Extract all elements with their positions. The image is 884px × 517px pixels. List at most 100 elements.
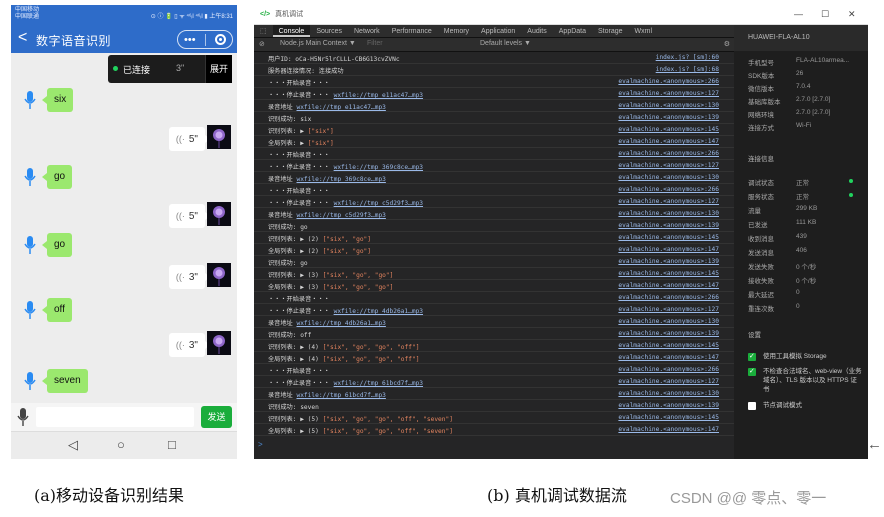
array-value[interactable]: ["six", "go", "go"] (323, 272, 394, 279)
source-link[interactable]: evalmachine.<anonymous>:127 (618, 378, 719, 385)
source-link[interactable]: evalmachine.<anonymous>:145 (618, 270, 719, 277)
source-link[interactable]: evalmachine.<anonymous>:127 (618, 306, 719, 313)
file-link[interactable]: wxfile://tmp_61bcd7f…mp3 (296, 392, 385, 399)
source-link[interactable]: evalmachine.<anonymous>:266 (618, 186, 719, 193)
file-link[interactable]: wxfile://tmp_c5d29f3…mp3 (334, 200, 423, 207)
voice-message-bubble[interactable]: ((· 3" (168, 333, 211, 357)
context-select[interactable]: Node.js Main Context ▼ (280, 40, 356, 47)
log-message: ・・・停止录音・・・ wxfile://tmp_e11ac47…mp3 (268, 92, 424, 99)
array-value[interactable]: ["six"] (308, 140, 334, 147)
source-link[interactable]: evalmachine.<anonymous>:145 (618, 342, 719, 349)
tab-memory[interactable]: Memory (438, 25, 475, 37)
checkbox-icon[interactable] (748, 367, 756, 376)
tab-audits[interactable]: Audits (521, 25, 552, 37)
more-menu-icon[interactable]: ••• (184, 34, 196, 46)
array-value[interactable]: ["six", "go", "go", "off"] (323, 344, 420, 351)
source-link[interactable]: evalmachine.<anonymous>:139 (618, 258, 719, 265)
source-link[interactable]: evalmachine.<anonymous>:139 (618, 222, 719, 229)
tab-wxml[interactable]: Wxml (629, 25, 659, 37)
source-link[interactable]: evalmachine.<anonymous>:127 (618, 198, 719, 205)
tab-network[interactable]: Network (348, 25, 386, 37)
file-link[interactable]: wxfile://tmp_4db26a1…mp3 (334, 308, 423, 315)
source-link[interactable]: evalmachine.<anonymous>:127 (618, 90, 719, 97)
array-value[interactable]: ["six", "go", "go", "off", "seven"] (323, 428, 453, 435)
source-link[interactable]: evalmachine.<anonymous>:130 (618, 102, 719, 109)
source-link[interactable]: index.js? [sm]:68 (656, 66, 719, 73)
recognized-text-bubble[interactable]: seven (42, 369, 88, 393)
array-value[interactable]: ["six", "go"] (323, 248, 371, 255)
source-link[interactable]: evalmachine.<anonymous>:147 (618, 246, 719, 253)
source-link[interactable]: evalmachine.<anonymous>:139 (618, 330, 719, 337)
settings-gear-icon[interactable]: ⚙ (724, 40, 730, 48)
source-link[interactable]: evalmachine.<anonymous>:147 (618, 426, 719, 433)
source-link[interactable]: evalmachine.<anonymous>:130 (618, 174, 719, 181)
voice-message-bubble[interactable]: ((· 5" (168, 204, 211, 228)
array-value[interactable]: ["six", "go", "go", "off", "seven"] (323, 416, 453, 423)
file-link[interactable]: wxfile://tmp_c5d29f3…mp3 (296, 212, 385, 219)
chat-message: go (11, 164, 237, 190)
source-link[interactable]: evalmachine.<anonymous>:266 (618, 366, 719, 373)
tab-storage[interactable]: Storage (592, 25, 629, 37)
source-link[interactable]: evalmachine.<anonymous>:145 (618, 234, 719, 241)
tab-console[interactable]: Console (272, 25, 311, 37)
inspect-icon[interactable]: ⬚ (254, 25, 273, 37)
file-link[interactable]: wxfile://tmp_61bcd7f…mp3 (334, 380, 423, 387)
connected-dot-icon (113, 66, 118, 71)
log-levels-select[interactable]: Default levels ▼ (480, 40, 531, 47)
home-nav-icon[interactable]: ○ (117, 437, 125, 452)
source-link[interactable]: evalmachine.<anonymous>:139 (618, 114, 719, 121)
file-link[interactable]: wxfile://tmp_e11ac47…mp3 (296, 104, 385, 111)
file-link[interactable]: wxfile://tmp_369c8ce…mp3 (296, 176, 385, 183)
log-message: 识别成功: go (268, 224, 308, 231)
source-link[interactable]: evalmachine.<anonymous>:127 (618, 162, 719, 169)
source-link[interactable]: evalmachine.<anonymous>:147 (618, 282, 719, 289)
tab-performance[interactable]: Performance (386, 25, 438, 37)
voice-input-icon[interactable] (17, 407, 29, 427)
close-icon[interactable]: ✕ (848, 9, 856, 20)
array-value[interactable]: ["six", "go"] (323, 236, 371, 243)
filter-input[interactable]: Filter (367, 40, 383, 47)
log-message: 全局列表: ▶ (4) ["six", "go", "go", "off"] (268, 356, 420, 363)
source-link[interactable]: evalmachine.<anonymous>:145 (618, 126, 719, 133)
array-value[interactable]: ["six"] (308, 128, 334, 135)
source-link[interactable]: evalmachine.<anonymous>:130 (618, 318, 719, 325)
maximize-icon[interactable]: ☐ (821, 9, 829, 20)
voice-message-bubble[interactable]: ((· 5" (168, 127, 211, 151)
voice-message-bubble[interactable]: ((· 3" (168, 265, 211, 289)
checkbox-icon[interactable] (748, 402, 756, 410)
source-link[interactable]: evalmachine.<anonymous>:139 (618, 402, 719, 409)
message-input[interactable] (36, 407, 194, 427)
checkbox-icon[interactable] (748, 352, 756, 361)
close-target-icon[interactable] (215, 34, 226, 45)
recognized-text-bubble[interactable]: go (41, 233, 73, 257)
array-value[interactable]: ["six", "go", "go"] (323, 284, 394, 291)
tab-sources[interactable]: Sources (310, 25, 348, 37)
source-link[interactable]: evalmachine.<anonymous>:266 (618, 294, 719, 301)
recent-nav-icon[interactable]: □ (168, 437, 176, 452)
source-link[interactable]: evalmachine.<anonymous>:147 (618, 354, 719, 361)
recognized-text-bubble[interactable]: off (42, 298, 72, 322)
phone-status-bar: 中国移动 中国联通 ⊙ ⓘ 🔋 ▯ ᯤ ⁴⁶ᵢl ⁴⁶ᵢl ▮ 上午8:31 (11, 5, 237, 25)
source-link[interactable]: evalmachine.<anonymous>:130 (618, 390, 719, 397)
recognized-text-bubble[interactable]: go (41, 165, 73, 189)
file-link[interactable]: wxfile://tmp_e11ac47…mp3 (334, 92, 423, 99)
source-link[interactable]: evalmachine.<anonymous>:266 (618, 150, 719, 157)
back-nav-icon[interactable]: ◁ (68, 437, 78, 453)
array-value[interactable]: ["six", "go", "go", "off"] (323, 356, 420, 363)
file-link[interactable]: wxfile://tmp_369c8ce…mp3 (334, 164, 423, 171)
tab-appdata[interactable]: AppData (553, 25, 592, 37)
tab-application[interactable]: Application (475, 25, 521, 37)
source-link[interactable]: evalmachine.<anonymous>:130 (618, 210, 719, 217)
recognized-text-bubble[interactable]: six (41, 88, 74, 112)
source-link[interactable]: evalmachine.<anonymous>:145 (618, 414, 719, 421)
expand-button[interactable]: 展开 (205, 55, 232, 83)
console-prompt[interactable]: > (258, 440, 263, 449)
source-link[interactable]: evalmachine.<anonymous>:266 (618, 78, 719, 85)
source-link[interactable]: evalmachine.<anonymous>:147 (618, 138, 719, 145)
clear-console-icon[interactable]: ⊘ (259, 40, 265, 48)
minimize-icon[interactable]: — (794, 9, 803, 19)
send-button[interactable]: 发送 (201, 406, 232, 428)
file-link[interactable]: wxfile://tmp_4db26a1…mp3 (296, 320, 385, 327)
back-icon[interactable]: < (18, 29, 27, 47)
source-link[interactable]: index.js? [sm]:60 (656, 54, 719, 61)
